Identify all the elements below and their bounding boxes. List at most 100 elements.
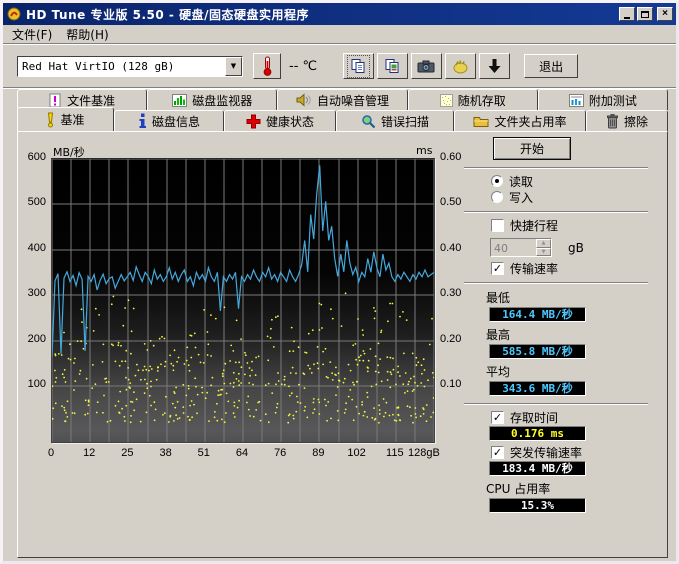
checkbox-checked-icon: ✓	[491, 262, 504, 275]
axis-tick: 0.60	[440, 151, 461, 163]
axis-tick: 115	[386, 447, 404, 459]
transfer-rate-checkbox[interactable]: ✓ 传输速率	[491, 261, 648, 275]
axis-tick: 100	[18, 378, 46, 390]
control-panel: 开始 读取 写入 快捷行程 40 ▲▼ gB	[464, 135, 648, 517]
tab-label: 文件夹占用率	[494, 113, 566, 130]
access-time-label: 存取时间	[510, 409, 558, 426]
short-stroke-label: 快捷行程	[510, 217, 558, 234]
axis-tick: 12	[83, 447, 95, 459]
tab-row-front: 基准 磁盘信息 健康状态 错误扫描 文件夹占用率 擦除	[17, 110, 668, 131]
write-label: 写入	[509, 189, 533, 206]
burst-rate-checkbox[interactable]: ✓ 突发传输速率	[491, 445, 648, 459]
tab-label: 基准	[60, 111, 84, 128]
screenshot-button[interactable]	[411, 53, 442, 79]
erase-trash-icon	[606, 114, 619, 129]
tab-folder-usage[interactable]: 文件夹占用率	[454, 110, 586, 131]
tab-control: 文件基准 磁盘监视器 自动噪音管理 随机存取 附加测试 基准	[17, 89, 668, 131]
tab-random-access[interactable]: 随机存取	[408, 89, 538, 110]
temperature-unit: ℃	[303, 59, 318, 74]
error-scan-magnifier-icon	[361, 114, 376, 129]
thermometer-icon	[262, 55, 273, 77]
axis-tick: 0.10	[440, 378, 461, 390]
spin-down-icon: ▼	[536, 248, 551, 257]
tab-label: 磁盘信息	[152, 113, 200, 130]
save-results-button[interactable]	[479, 53, 510, 79]
read-label: 读取	[509, 173, 533, 190]
axis-tick: 600	[18, 151, 46, 163]
tab-benchmark[interactable]: 基准	[17, 107, 114, 131]
tab-auto-acoustic[interactable]: 自动噪音管理	[277, 89, 407, 110]
short-stroke-size-row: 40 ▲▼ gB	[490, 238, 648, 257]
donate-button[interactable]	[445, 53, 476, 79]
close-icon: ×	[662, 9, 668, 19]
tab-label: 自动噪音管理	[317, 92, 389, 109]
copy-text-button[interactable]	[343, 53, 374, 79]
benchmark-tab-page: MB/秒 ms 6005004003002001000.600.500.400.…	[17, 131, 668, 558]
right-axis-title: ms	[416, 144, 432, 157]
temperature-readout: -- ℃	[289, 59, 317, 74]
axis-tick: 200	[18, 333, 46, 345]
separator	[464, 167, 648, 169]
axis-tick: 300	[18, 287, 46, 299]
min-value-display: 164.4 MB/秒	[489, 307, 586, 322]
tab-row-back: 文件基准 磁盘监视器 自动噪音管理 随机存取 附加测试	[17, 89, 668, 110]
copy-text-icon	[350, 58, 367, 75]
burst-rate-label: 突发传输速率	[510, 444, 582, 461]
benchmark-chart: MB/秒 ms 6005004003002001000.600.500.400.…	[18, 132, 464, 477]
read-radio[interactable]: 读取	[491, 174, 648, 188]
max-label: 最高	[486, 326, 648, 343]
copy-image-button[interactable]	[377, 53, 408, 79]
tab-label: 健康状态	[266, 113, 314, 130]
temperature-value: --	[289, 59, 298, 74]
tab-extra-tests[interactable]: 附加测试	[538, 89, 668, 110]
aam-speaker-icon	[296, 93, 312, 107]
axis-tick: 0.40	[440, 242, 461, 254]
transfer-rate-label: 传输速率	[510, 260, 558, 277]
extra-tests-icon	[569, 94, 584, 107]
menu-help[interactable]: 帮助(H)	[59, 25, 115, 44]
chevron-down-icon[interactable]: ▼	[225, 57, 242, 76]
file-benchmark-icon	[49, 93, 62, 108]
axis-tick: 128gB	[408, 447, 440, 459]
disk-info-icon	[138, 113, 147, 129]
write-radio[interactable]: 写入	[491, 190, 648, 204]
maximize-button[interactable]	[637, 7, 653, 21]
temperature-button[interactable]	[253, 53, 281, 79]
minimize-button[interactable]	[619, 7, 635, 21]
toolbar-buttons	[343, 53, 510, 79]
axis-tick: 0.30	[440, 287, 461, 299]
axis-tick: 76	[274, 447, 286, 459]
tab-error-scan[interactable]: 错误扫描	[336, 110, 454, 131]
spin-up-icon: ▲	[536, 239, 551, 248]
radio-selected-icon	[491, 175, 503, 187]
tab-erase[interactable]: 擦除	[586, 110, 668, 131]
axis-tick: 500	[18, 196, 46, 208]
start-button[interactable]: 开始	[493, 137, 571, 160]
separator	[464, 282, 648, 284]
tab-health[interactable]: 健康状态	[224, 110, 336, 131]
tab-disk-info[interactable]: 磁盘信息	[114, 110, 224, 131]
menu-file[interactable]: 文件(F)	[5, 25, 59, 44]
short-stroke-size-value: 40	[491, 239, 536, 256]
short-stroke-checkbox[interactable]: 快捷行程	[491, 218, 648, 232]
benchmark-exclamation-icon	[46, 112, 55, 128]
tab-label: 附加测试	[589, 92, 637, 109]
close-button[interactable]: ×	[657, 7, 673, 21]
exit-button[interactable]: 退出	[524, 54, 578, 78]
access-time-checkbox[interactable]: ✓ 存取时间	[491, 410, 648, 424]
hand-icon	[452, 58, 469, 74]
checkbox-checked-icon: ✓	[491, 446, 504, 459]
tab-label: 错误扫描	[381, 113, 429, 130]
drive-select[interactable]: Red Hat VirtIO (128 gB) ▼	[17, 56, 243, 77]
axis-tick: 0.50	[440, 196, 461, 208]
axis-tick: 400	[18, 242, 46, 254]
access-time-display: 0.176 ms	[489, 426, 586, 441]
short-stroke-size-input[interactable]: 40 ▲▼	[490, 238, 552, 257]
hdtune-window: HD Tune 专业版 5.50 - 硬盘/固态硬盘实用程序 × 文件(F) 帮…	[0, 0, 679, 564]
burst-rate-display: 183.4 MB/秒	[489, 461, 586, 476]
min-label: 最低	[486, 289, 648, 306]
axis-tick: 64	[236, 447, 248, 459]
tab-disk-monitor[interactable]: 磁盘监视器	[147, 89, 277, 110]
tab-label: 擦除	[624, 113, 648, 130]
spinner-buttons[interactable]: ▲▼	[536, 239, 551, 256]
